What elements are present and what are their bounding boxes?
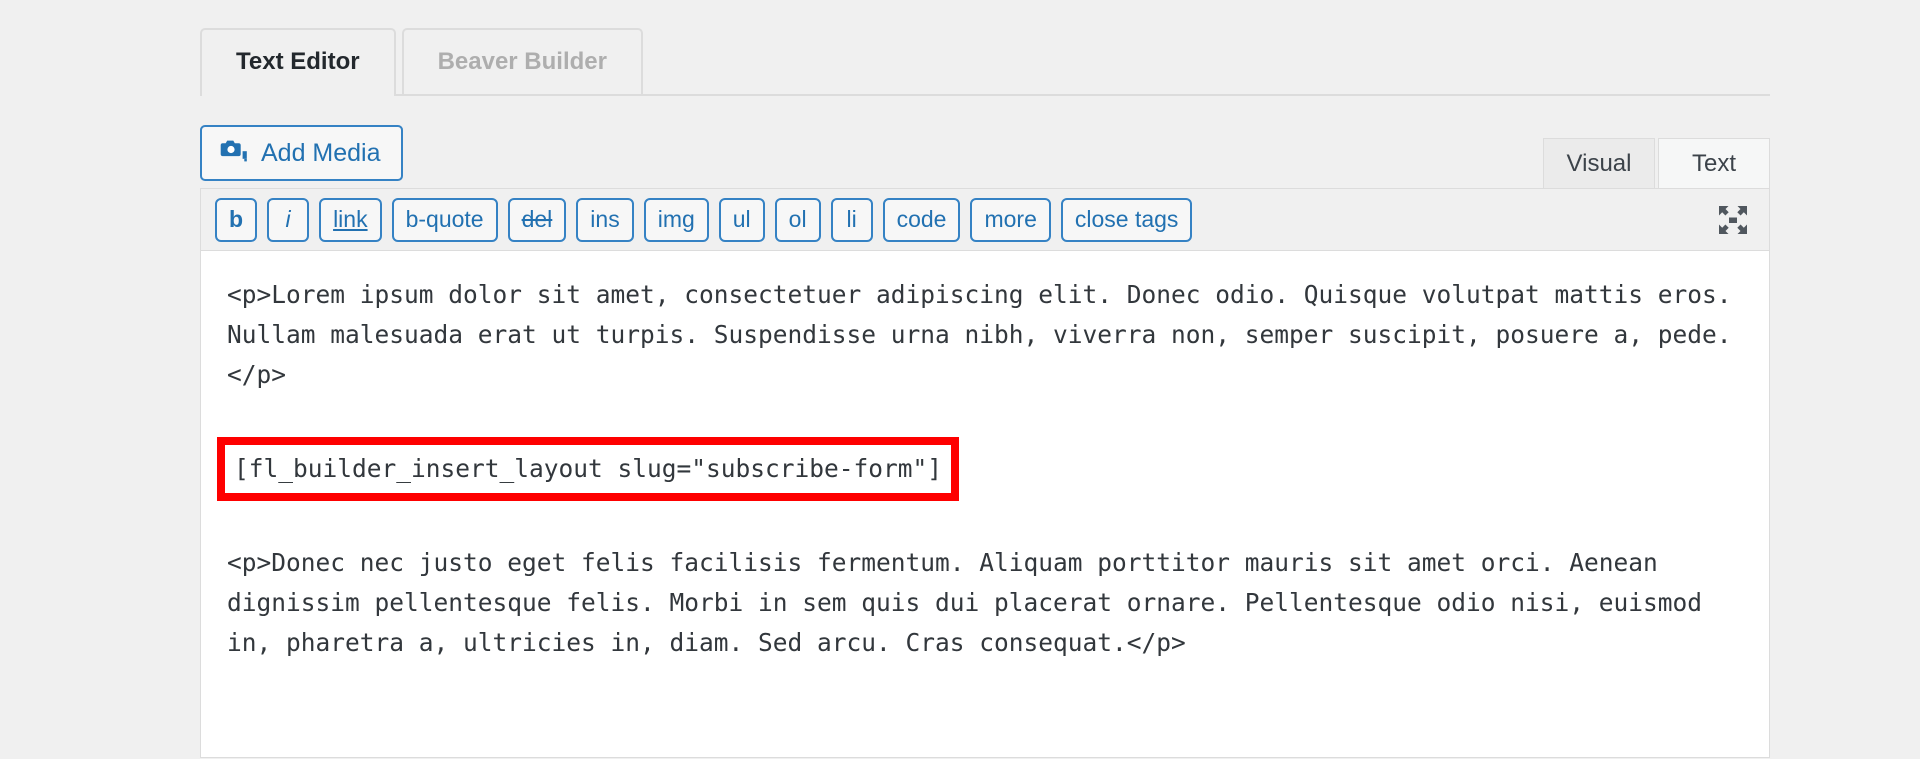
tab-text-editor[interactable]: Text Editor [200, 28, 396, 96]
view-tab-visual[interactable]: Visual [1543, 138, 1655, 188]
quicktag-ul-label: ul [732, 206, 751, 232]
quicktag-del-label: del [521, 206, 553, 232]
quicktag-li[interactable]: li [830, 197, 873, 242]
quicktag-b[interactable]: b [215, 197, 258, 242]
shortcode-line-wrapper: [fl_builder_insert_layout slug="subscrib… [217, 435, 1743, 503]
quicktag-b-label: b [229, 206, 244, 232]
quicktag-li-label: li [846, 206, 857, 232]
quicktag-i-label: i [285, 206, 291, 232]
editor-paragraph-1: <p>Lorem ipsum dolor sit amet, consectet… [227, 280, 1747, 389]
view-tab-text-label: Text [1691, 149, 1736, 177]
view-tab-text[interactable]: Text [1658, 138, 1770, 188]
view-tab-visual-label: Visual [1566, 149, 1632, 177]
editor-paragraph-2: <p>Donec nec justo eget felis facilisis … [227, 548, 1717, 657]
editor-blank-line-1 [227, 395, 1743, 435]
editor-view-switch: Visual Text [1543, 138, 1770, 188]
wordpress-text-editor-screen: Text Editor Beaver Builder Add Media Vis… [0, 0, 1920, 759]
quicktag-more[interactable]: more [970, 197, 1051, 242]
editor-blank-line-2 [227, 503, 1743, 543]
quicktag-link-label: link [333, 206, 368, 232]
quicktag-code[interactable]: code [882, 197, 961, 242]
quicktag-b-quote[interactable]: b-quote [391, 197, 498, 242]
editor-container: Add Media Visual Text b i link b-quote d… [200, 110, 1770, 759]
quicktag-ol[interactable]: ol [774, 197, 821, 242]
quicktag-img[interactable]: img [643, 197, 709, 242]
content-textarea[interactable]: <p>Lorem ipsum dolor sit amet, consectet… [200, 250, 1770, 758]
quicktag-close-tags[interactable]: close tags [1060, 197, 1193, 242]
fullscreen-expand-icon[interactable] [1713, 200, 1753, 240]
quicktag-img-label: img [657, 206, 695, 232]
quicktag-del[interactable]: del [507, 197, 567, 242]
add-media-label: Add Media [261, 138, 381, 167]
editor-tools-row: Add Media Visual Text [200, 110, 1770, 188]
tab-beaver-builder[interactable]: Beaver Builder [401, 28, 643, 94]
add-media-button[interactable]: Add Media [200, 125, 403, 181]
quicktags-toolbar: b i link b-quote del ins img ul ol li co… [200, 188, 1770, 250]
quicktag-ins[interactable]: ins [576, 197, 634, 242]
editor-mode-tabs: Text Editor Beaver Builder [200, 26, 1770, 96]
tab-beaver-builder-label: Beaver Builder [437, 48, 607, 75]
camera-icon [220, 138, 248, 169]
quicktag-code-label: code [896, 206, 947, 232]
quicktag-link[interactable]: link [319, 197, 382, 242]
quicktag-ol-label: ol [788, 206, 807, 232]
quicktag-more-label: more [984, 206, 1037, 232]
quicktag-ul[interactable]: ul [718, 197, 765, 242]
quicktag-close-tags-label: close tags [1074, 206, 1179, 232]
quicktag-b-quote-label: b-quote [405, 206, 484, 232]
highlighted-shortcode[interactable]: [fl_builder_insert_layout slug="subscrib… [217, 437, 960, 501]
tab-text-editor-label: Text Editor [236, 48, 360, 75]
quicktag-i[interactable]: i [267, 197, 310, 242]
quicktag-ins-label: ins [590, 206, 620, 232]
